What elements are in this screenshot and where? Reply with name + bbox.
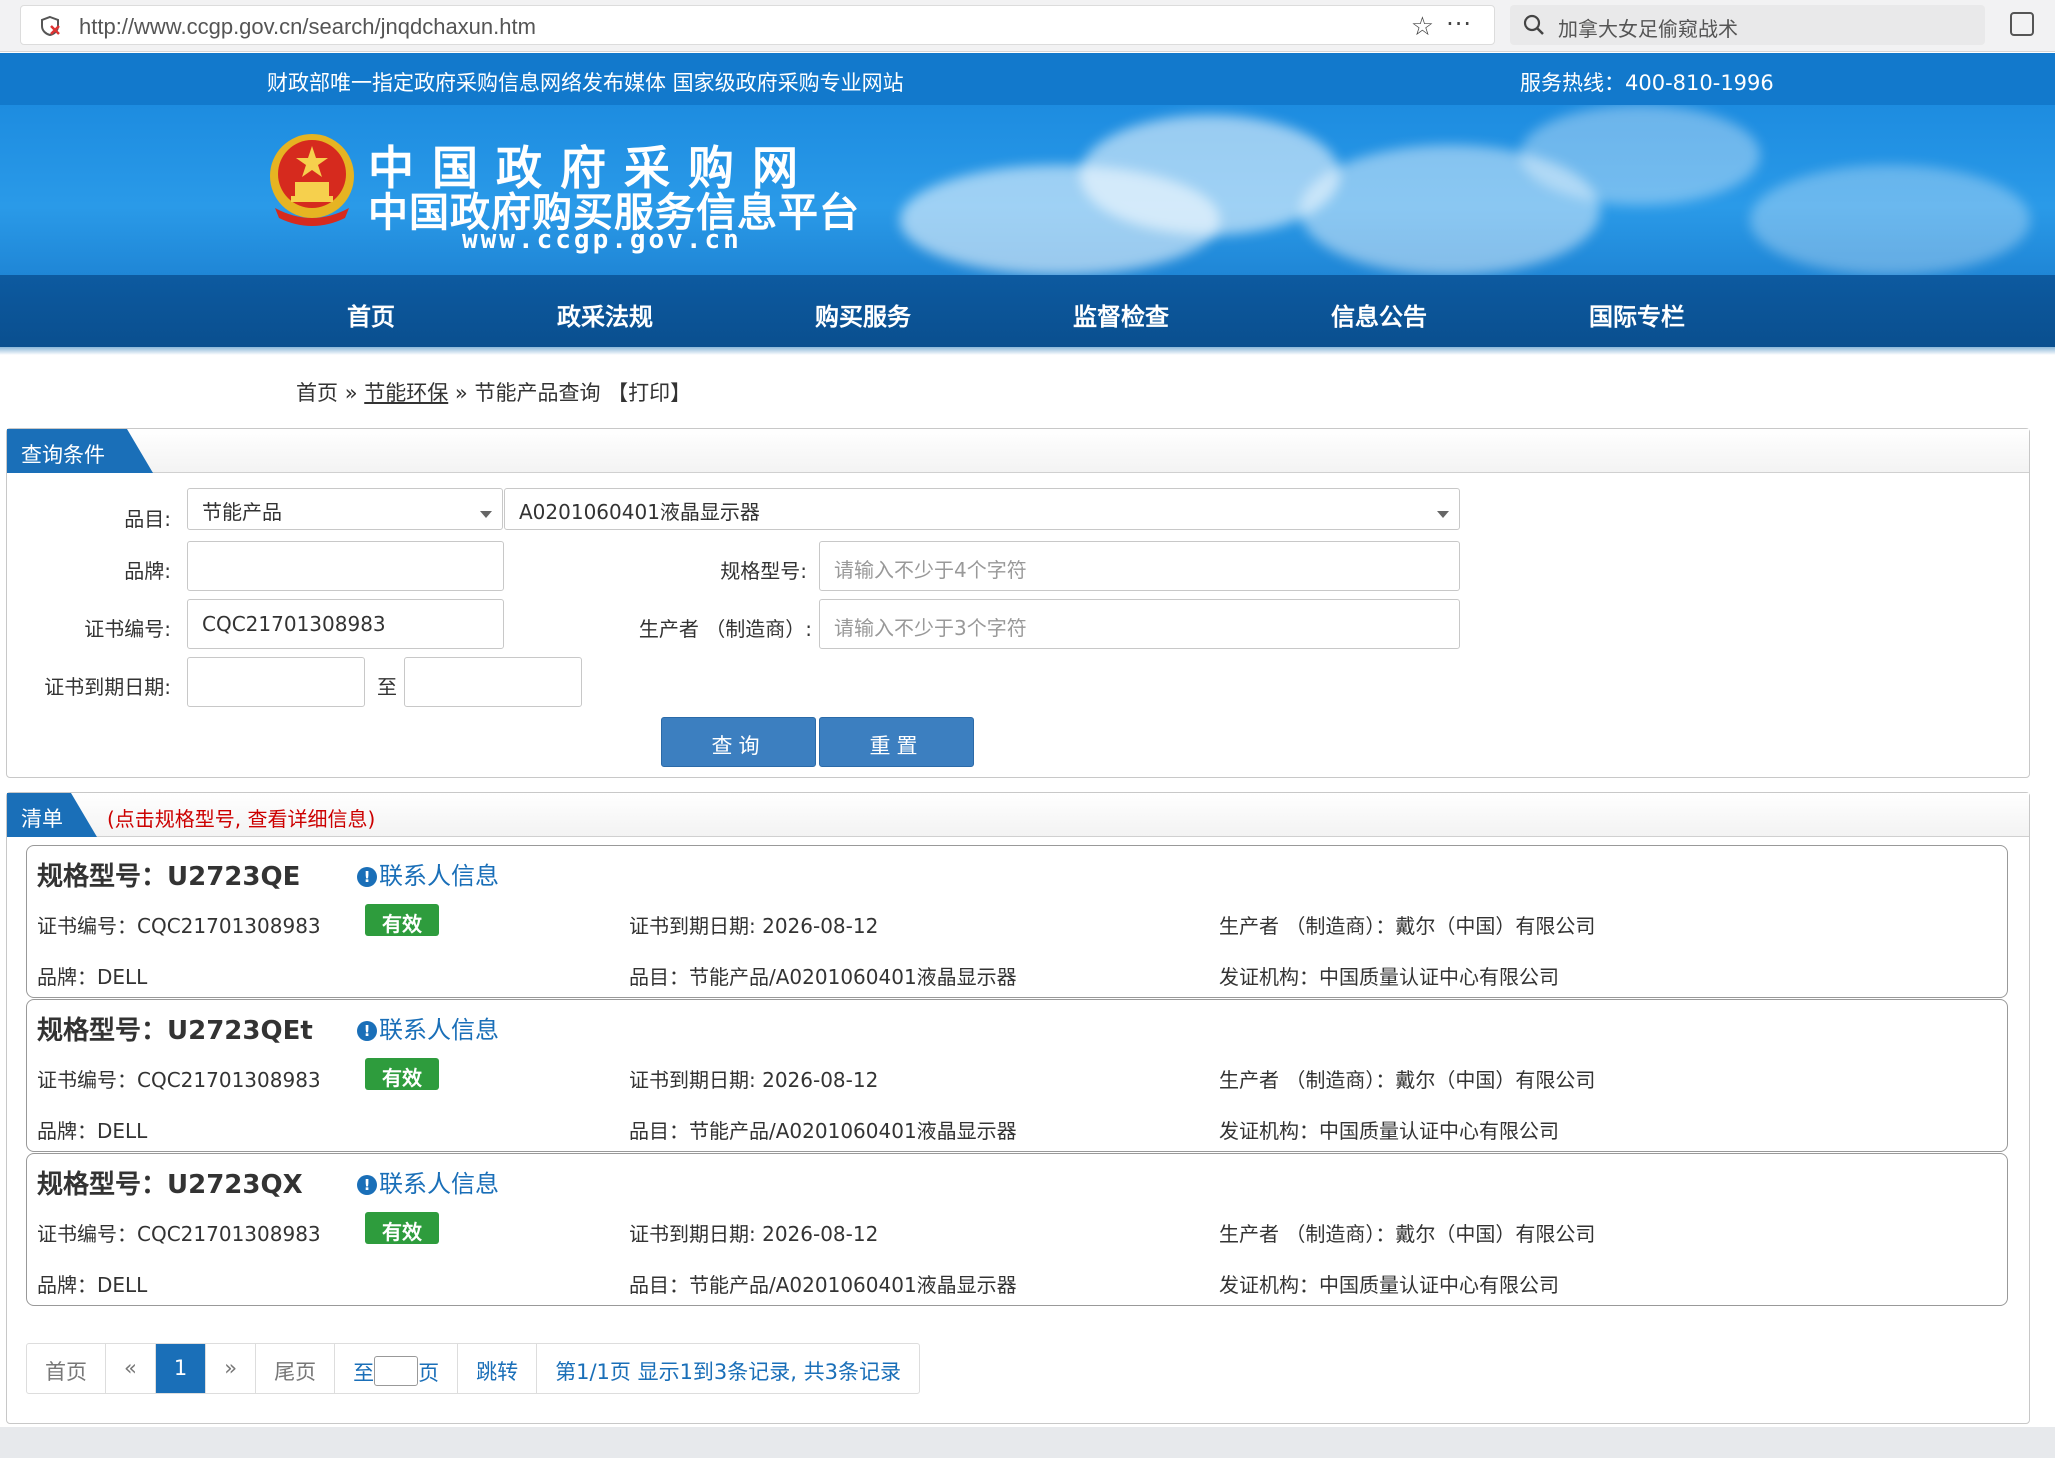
chevron-down-icon <box>1437 511 1449 518</box>
pager-last[interactable]: 尾页 <box>256 1344 336 1393</box>
nav-regulations[interactable]: 政采法规 <box>557 297 653 332</box>
info-icon: ! <box>357 1021 377 1041</box>
model-input[interactable]: 请输入不少于4个字符 <box>819 541 1460 591</box>
contact-info-link[interactable]: ! 联系人信息 <box>357 856 499 891</box>
contact-info-link[interactable]: ! 联系人信息 <box>357 1010 499 1045</box>
insecure-shield-icon[interactable] <box>39 15 61 37</box>
national-emblem-logo <box>270 134 354 226</box>
model-label: 规格型号: <box>720 559 807 583</box>
service-hotline: 服务热线：400-810-1996 <box>1520 71 1774 95</box>
status-badge: 有效 <box>365 1212 439 1244</box>
category-select[interactable]: 节能产品 <box>187 488 503 530</box>
site-slogan: 财政部唯一指定政府采购信息网络发布媒体 国家级政府采购专业网站 <box>267 71 904 95</box>
model-link[interactable]: 规格型号：U2723QE <box>37 856 300 893</box>
results-panel-title: 清单 <box>7 793 97 837</box>
pagination: 首页 « 1 » 尾页 至页 跳转 第1/1页 显示1到3条记录, 共3条记录 <box>26 1343 920 1394</box>
expiry-to-label: 至 <box>377 675 397 699</box>
cert-input[interactable]: CQC21701308983 <box>187 599 504 649</box>
chevron-down-icon <box>480 511 492 518</box>
maker-input[interactable]: 请输入不少于3个字符 <box>819 599 1460 649</box>
main-nav: 首页 政采法规 购买服务 监督检查 信息公告 国际专栏 <box>0 275 2055 347</box>
pager-summary: 第1/1页 显示1到3条记录, 共3条记录 <box>555 1360 901 1384</box>
manufacturer: 生产者 （制造商）：戴尔（中国）有限公司 <box>1219 1222 1596 1246</box>
brand: 品牌：DELL <box>37 965 148 989</box>
category-label: 品目: <box>124 507 171 531</box>
print-link[interactable]: 【打印】 <box>607 381 691 405</box>
manufacturer: 生产者 （制造商）：戴尔（中国）有限公司 <box>1219 914 1596 938</box>
pager-jump-button[interactable]: 跳转 <box>458 1344 538 1393</box>
bookmark-star-icon[interactable]: ☆ <box>1411 12 1434 42</box>
more-actions-icon[interactable]: ··· <box>1446 10 1472 38</box>
expiry-end-input[interactable] <box>404 657 582 707</box>
cert-label: 证书编号: <box>84 617 171 641</box>
manufacturer: 生产者 （制造商）：戴尔（中国）有限公司 <box>1219 1068 1596 1092</box>
reader-view-icon[interactable] <box>2010 12 2034 36</box>
contact-info-link[interactable]: ! 联系人信息 <box>357 1164 499 1199</box>
search-button[interactable]: 查询 <box>661 717 816 767</box>
result-card: 规格型号：U2723QEt ! 联系人信息 证书编号：CQC21701308983… <box>26 999 2008 1152</box>
model-link[interactable]: 规格型号：U2723QEt <box>37 1010 313 1047</box>
subcategory-select[interactable]: A0201060401液晶显示器 <box>504 488 1460 530</box>
cert-number: 证书编号：CQC21701308983 <box>37 914 321 938</box>
breadcrumb: 首页 » 节能环保 » 节能产品查询 【打印】 <box>296 381 692 405</box>
model-link[interactable]: 规格型号：U2723QX <box>37 1164 303 1201</box>
breadcrumb-home[interactable]: 首页 <box>296 381 338 405</box>
info-icon: ! <box>357 867 377 887</box>
result-card: 规格型号：U2723QX ! 联系人信息 证书编号：CQC21701308983 … <box>26 1153 2008 1306</box>
issuer: 发证机构：中国质量认证中心有限公司 <box>1219 1119 1559 1143</box>
nav-supervision[interactable]: 监督检查 <box>1073 297 1169 332</box>
query-panel-title: 查询条件 <box>7 429 153 473</box>
cert-number: 证书编号：CQC21701308983 <box>37 1068 321 1092</box>
search-placeholder[interactable]: 加拿大女足偷窥战术 <box>1558 13 1738 42</box>
brand: 品牌：DELL <box>37 1119 148 1143</box>
brand: 品牌：DELL <box>37 1273 148 1297</box>
category: 品目：节能产品/A0201060401液晶显示器 <box>629 1273 1017 1297</box>
category: 品目：节能产品/A0201060401液晶显示器 <box>629 1119 1017 1143</box>
info-icon: ! <box>357 1175 377 1195</box>
cert-expiry: 证书到期日期: 2026-08-12 <box>629 914 879 938</box>
results-hint: (点击规格型号, 查看详细信息) <box>107 807 376 831</box>
logo-url: www.ccgp.gov.cn <box>462 225 742 255</box>
pager-goto: 至页 <box>335 1344 459 1393</box>
breadcrumb-energy[interactable]: 节能环保 <box>364 381 448 405</box>
cert-expiry: 证书到期日期: 2026-08-12 <box>629 1222 879 1246</box>
status-badge: 有效 <box>365 1058 439 1090</box>
reset-button[interactable]: 重置 <box>819 717 974 767</box>
search-icon <box>1523 14 1544 35</box>
brand-input[interactable] <box>187 541 504 591</box>
pager-page-1[interactable]: 1 <box>155 1344 207 1393</box>
page-number-input[interactable] <box>374 1356 419 1386</box>
nav-announcements[interactable]: 信息公告 <box>1331 297 1427 332</box>
nav-purchase-services[interactable]: 购买服务 <box>815 297 911 332</box>
browser-toolbar: http://www.ccgp.gov.cn/search/jnqdchaxun… <box>0 0 2055 52</box>
cert-number: 证书编号：CQC21701308983 <box>37 1222 321 1246</box>
pager-first[interactable]: 首页 <box>27 1344 106 1393</box>
pager-next[interactable]: » <box>206 1344 257 1393</box>
result-card: 规格型号：U2723QE ! 联系人信息 证书编号：CQC21701308983 … <box>26 845 2008 998</box>
breadcrumb-current: 节能产品查询 <box>474 381 601 405</box>
maker-label: 生产者 （制造商）: <box>638 617 812 641</box>
url-text[interactable]: http://www.ccgp.gov.cn/search/jnqdchaxun… <box>79 14 536 40</box>
issuer: 发证机构：中国质量认证中心有限公司 <box>1219 1273 1559 1297</box>
pager-prev[interactable]: « <box>106 1344 156 1393</box>
page-footer <box>0 1427 2055 1458</box>
expiry-label: 证书到期日期: <box>44 675 171 699</box>
top-info-strip: 财政部唯一指定政府采购信息网络发布媒体 国家级政府采购专业网站 服务热线：400… <box>0 53 2055 105</box>
browser-search-box[interactable]: 加拿大女足偷窥战术 <box>1510 5 1985 45</box>
issuer: 发证机构：中国质量认证中心有限公司 <box>1219 965 1559 989</box>
cert-expiry: 证书到期日期: 2026-08-12 <box>629 1068 879 1092</box>
status-badge: 有效 <box>365 904 439 936</box>
expiry-start-input[interactable] <box>187 657 365 707</box>
category: 品目：节能产品/A0201060401液晶显示器 <box>629 965 1017 989</box>
nav-international[interactable]: 国际专栏 <box>1589 297 1685 332</box>
nav-home[interactable]: 首页 <box>347 297 395 332</box>
brand-label: 品牌: <box>124 559 171 583</box>
query-panel: 查询条件 品目: 节能产品 A0201060401液晶显示器 品牌: 规格型号:… <box>6 428 2030 778</box>
address-bar[interactable]: http://www.ccgp.gov.cn/search/jnqdchaxun… <box>20 5 1495 45</box>
